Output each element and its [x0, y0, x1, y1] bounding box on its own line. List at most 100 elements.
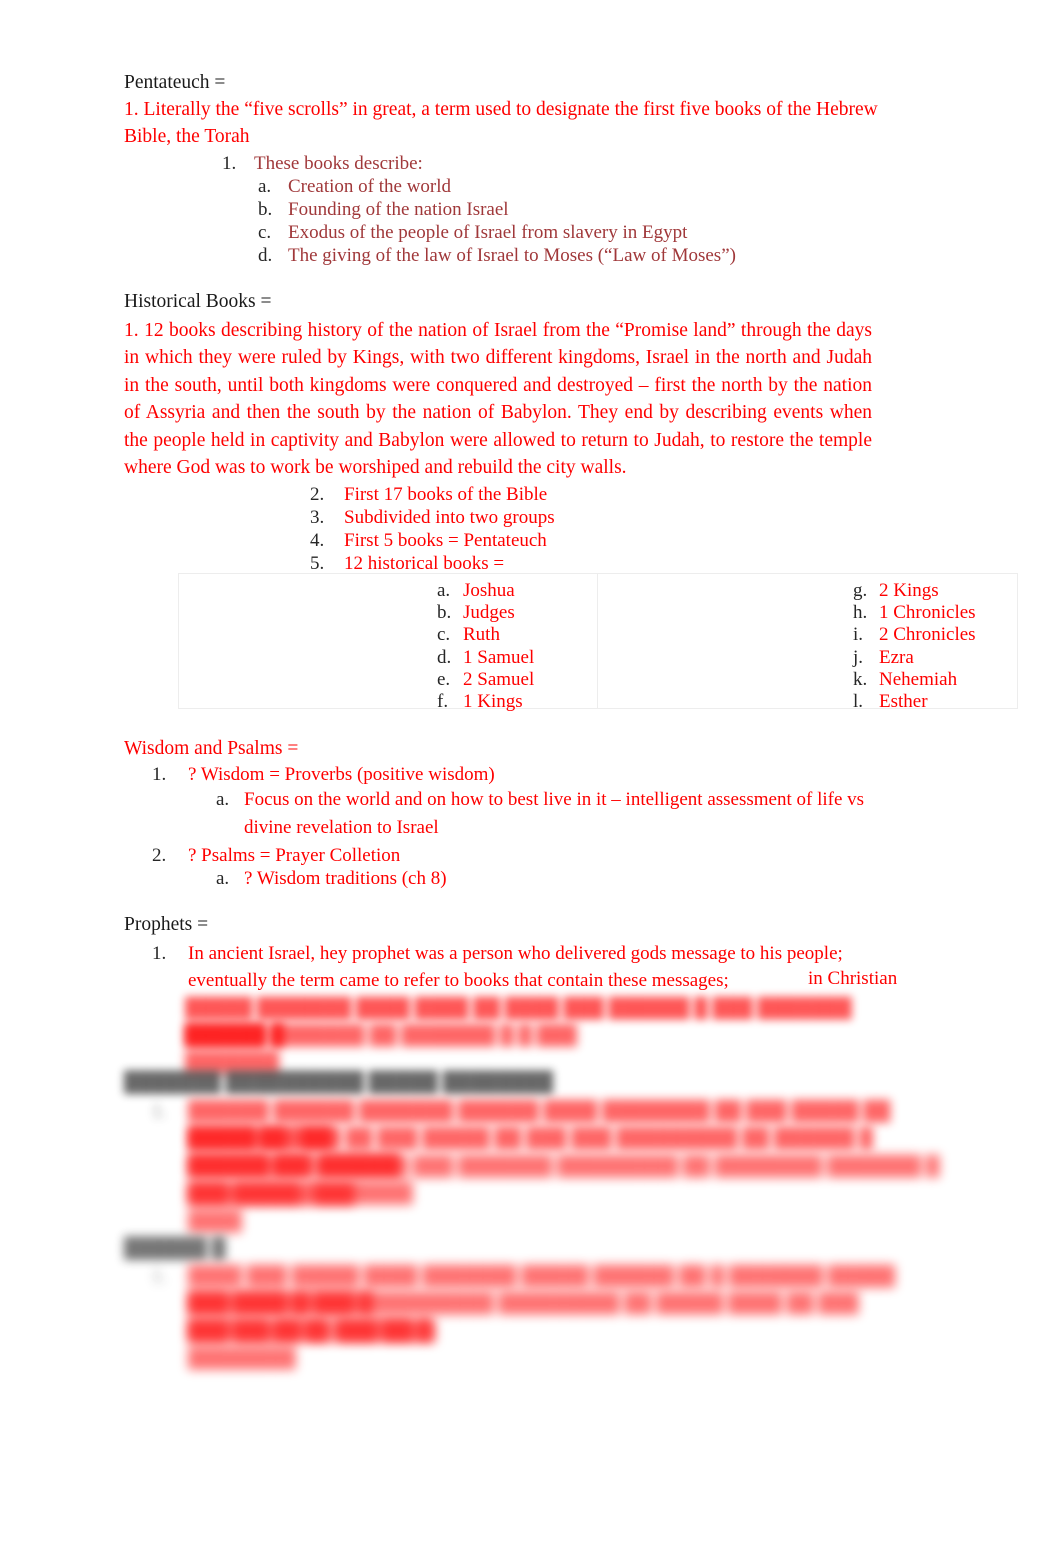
- list-marker: 1.: [222, 153, 237, 174]
- list-item: b. Founding of the nation Israel: [258, 198, 736, 221]
- list-item: a. Joshua: [437, 580, 534, 602]
- book-name: 1 Chronicles: [879, 602, 976, 624]
- obscured-line-1-4: █████████ ███ ████: [188, 1184, 355, 1233]
- list-marker: a.: [258, 176, 272, 197]
- section-heading-obscured-2: ██████ █: [124, 1238, 226, 1259]
- list-item: 1. ? Wisdom = Proverbs (positive wisdom): [152, 763, 912, 786]
- list-item: c. Ruth: [437, 624, 534, 646]
- list-item: i. 2 Chronicles: [853, 624, 976, 646]
- list-marker: c.: [437, 624, 451, 646]
- list-marker: d.: [437, 646, 452, 668]
- books-column-right: g. 2 Kings h. 1 Chronicles i. 2 Chronicl…: [598, 574, 1017, 712]
- list-item: 1. In ancient Israel, hey prophet was a …: [152, 940, 922, 995]
- list-marker: l.: [853, 691, 864, 713]
- list-item: j. Ezra: [853, 647, 976, 669]
- list-item: 3. Subdivided into two groups: [310, 506, 555, 529]
- list-item-text: ? Psalms = Prayer Colletion: [188, 845, 401, 866]
- list-item-text: First 5 books = Pentateuch: [344, 530, 547, 551]
- historical-lead-text: 12 books describing history of the natio…: [124, 320, 872, 479]
- list-item: 1. These books describe:: [222, 152, 423, 175]
- historical-books-numbered-list: 2. First 17 books of the Bible 3. Subdiv…: [310, 483, 555, 575]
- pentateuch-lead-paragraph: 1. Literally the “five scrolls” in great…: [124, 96, 884, 151]
- list-item: b. Judges: [437, 602, 534, 624]
- historical-books-table: a. Joshua b. Judges c. Ruth d. 1 Samuel …: [178, 573, 1018, 712]
- pentateuch-sublist: 1. These books describe:: [222, 152, 423, 175]
- list-marker: 3.: [310, 507, 325, 528]
- list-item: g. 2 Kings: [853, 580, 976, 602]
- books-column-left: a. Joshua b. Judges c. Ruth d. 1 Samuel …: [179, 574, 598, 712]
- list-marker: i.: [853, 624, 864, 646]
- list-item: d. The giving of the law of Israel to Mo…: [258, 244, 736, 267]
- list-marker: j.: [853, 646, 864, 668]
- book-name: 2 Chronicles: [879, 624, 976, 646]
- document-page: Pentateuch = 1. Literally the “five scro…: [0, 0, 1062, 1561]
- list-marker: 1.: [152, 764, 167, 785]
- list-marker: 1.: [152, 1266, 167, 1287]
- list-item: k. Nehemiah: [853, 669, 976, 691]
- list-item: l. Esther: [853, 691, 976, 713]
- list-marker: 2.: [152, 845, 167, 866]
- list-item-text: In ancient Israel, hey prophet was a per…: [188, 943, 843, 992]
- list-item-text: ? Wisdom traditions (ch 8): [244, 868, 447, 889]
- list-marker: 4.: [310, 530, 325, 551]
- pentateuch-lead-number: 1.: [124, 99, 139, 120]
- list-marker: h.: [853, 602, 868, 624]
- list-item: f. 1 Kings: [437, 691, 534, 713]
- book-name: 2 Samuel: [463, 668, 535, 690]
- book-name: Nehemiah: [879, 668, 958, 690]
- list-marker: a.: [437, 580, 451, 601]
- list-item-text: 12 historical books =: [344, 553, 505, 574]
- book-name: 1 Samuel: [463, 646, 535, 668]
- section-heading-obscured-1: ███████ ██████████ █████ ████████: [124, 1072, 554, 1093]
- historical-books-lead-paragraph: 1. 12 books describing history of the na…: [124, 317, 872, 481]
- section-heading-wisdom-psalms: Wisdom and Psalms =: [124, 738, 299, 759]
- prophets-blurred-line-2: ██████ ███████ ██ ███████ █ █ ███ ██████…: [185, 1025, 577, 1074]
- list-item-label: These books describe:: [254, 153, 423, 174]
- section-heading-prophets: Prophets =: [124, 914, 209, 935]
- list-item-text: Exodus of the people of Israel from slav…: [288, 222, 688, 243]
- list-marker: d.: [258, 245, 273, 266]
- list-marker: a.: [216, 789, 230, 810]
- list-marker: a.: [216, 868, 230, 889]
- list-marker: 5.: [310, 553, 325, 574]
- book-name: Judges: [463, 602, 515, 624]
- list-item-text: ? Wisdom = Proverbs (positive wisdom): [188, 764, 495, 785]
- historical-lead-number: 1.: [124, 320, 139, 341]
- list-marker: 1.: [152, 1101, 167, 1122]
- list-item: 4. First 5 books = Pentateuch: [310, 529, 555, 552]
- pentateuch-lead-text: Literally the “five scrolls” in great, a…: [124, 99, 878, 148]
- list-item: 2. First 17 books of the Bible: [310, 483, 555, 506]
- book-name: Esther: [879, 691, 928, 713]
- wisdom-psalms-list: 1. ? Wisdom = Proverbs (positive wisdom)…: [152, 763, 912, 890]
- book-name: 1 Kings: [463, 691, 523, 713]
- list-item-text: Focus on the world and on how to best li…: [244, 789, 865, 838]
- list-marker: b.: [258, 199, 273, 220]
- list-marker: f.: [437, 691, 449, 713]
- book-name: 2 Kings: [879, 580, 939, 601]
- list-item: c. Exodus of the people of Israel from s…: [258, 221, 736, 244]
- list-item: e. 2 Samuel: [437, 669, 534, 691]
- book-name: Ezra: [879, 646, 914, 668]
- prophets-continuation-text: in Christian: [808, 968, 898, 989]
- list-item: h. 1 Chronicles: [853, 602, 976, 624]
- list-item-text: First 17 books of the Bible: [344, 484, 548, 505]
- section-heading-pentateuch: Pentateuch =: [124, 72, 226, 93]
- pentateuch-describe-list: a. Creation of the world b. Founding of …: [258, 175, 736, 267]
- list-marker: 2.: [310, 484, 325, 505]
- list-item: 5. 12 historical books =: [310, 552, 555, 575]
- list-item: a. Focus on the world and on how to best…: [216, 786, 906, 841]
- book-name: Joshua: [463, 580, 515, 601]
- books-list-left: a. Joshua b. Judges c. Ruth d. 1 Samuel …: [437, 580, 534, 713]
- books-list-right: g. 2 Kings h. 1 Chronicles i. 2 Chronicl…: [853, 580, 976, 713]
- list-item: d. 1 Samuel: [437, 647, 534, 669]
- book-name: Ruth: [463, 624, 500, 646]
- list-marker: g.: [853, 580, 868, 601]
- list-marker: e.: [437, 668, 451, 690]
- section-heading-historical-books: Historical Books =: [124, 291, 272, 312]
- list-item: a. Creation of the world: [258, 175, 736, 198]
- list-item: 2. ? Psalms = Prayer Colletion: [152, 844, 912, 867]
- list-item-text: The giving of the law of Israel to Moses…: [288, 245, 736, 266]
- list-marker: k.: [853, 668, 868, 690]
- list-marker: c.: [258, 222, 272, 243]
- list-item: a. ? Wisdom traditions (ch 8): [216, 867, 912, 890]
